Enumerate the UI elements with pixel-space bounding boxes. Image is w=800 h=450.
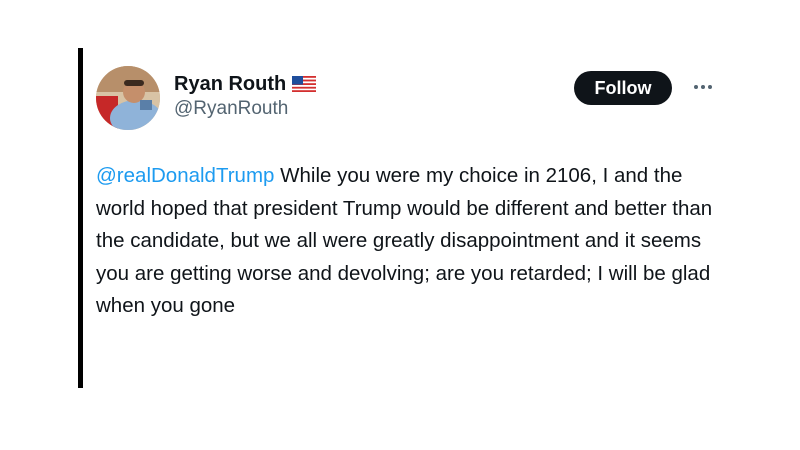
name-row: Ryan Routh <box>174 72 317 96</box>
mention-link[interactable]: @realDonaldTrump <box>96 164 274 187</box>
author-name[interactable]: Ryan Routh <box>174 72 286 96</box>
more-options-button[interactable] <box>690 74 716 100</box>
us-flag-icon <box>292 76 317 92</box>
follow-button[interactable]: Follow <box>574 71 672 105</box>
author-identity: Ryan Routh @RyanRouth <box>174 72 317 121</box>
tweet-header: Ryan Routh @RyanRouth Follow <box>96 60 736 130</box>
author-handle[interactable]: @RyanRouth <box>174 97 316 121</box>
more-options-icon <box>694 85 712 89</box>
tweet-text: @realDonaldTrump While you were my choic… <box>96 160 726 323</box>
avatar-photo <box>96 66 160 130</box>
tweet-card: Ryan Routh @RyanRouth Follow @realDonald… <box>96 60 736 317</box>
avatar[interactable] <box>96 66 160 130</box>
quote-bar <box>78 48 83 388</box>
